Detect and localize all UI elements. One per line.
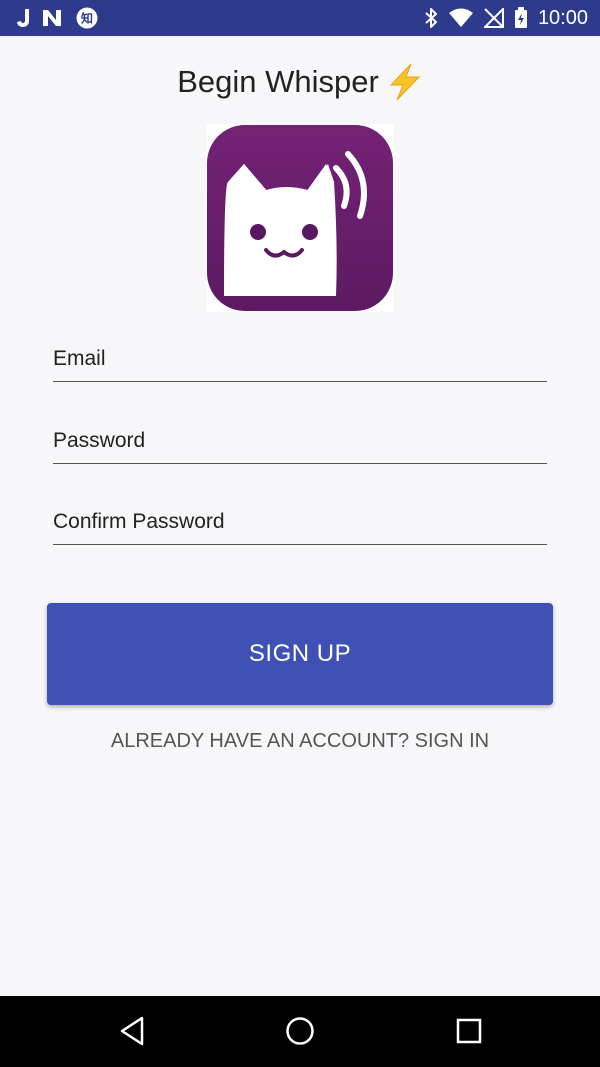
- wifi-icon: [448, 8, 474, 28]
- back-icon[interactable]: [114, 1013, 150, 1049]
- lightning-bolt-icon: [387, 63, 423, 101]
- confirm-password-field[interactable]: [53, 505, 547, 545]
- status-time: 10:00: [537, 6, 588, 29]
- zhi-glyph: 知: [80, 11, 93, 26]
- status-left-icons: 知: [16, 6, 98, 30]
- recents-icon[interactable]: [451, 1013, 487, 1049]
- j-app-icon: [16, 8, 30, 28]
- status-right-icons: 10:00: [424, 6, 588, 30]
- n-app-icon: [42, 8, 64, 28]
- header: Begin Whisper: [0, 58, 600, 106]
- whisper-cat-logo: [206, 124, 394, 312]
- battery-icon: [514, 7, 528, 29]
- no-signal-icon: [483, 8, 504, 28]
- status-bar: 知 10:00: [0, 0, 600, 36]
- password-field-wrapper: [53, 424, 547, 464]
- navigation-bar: [0, 996, 600, 1067]
- bluetooth-icon: [424, 7, 438, 29]
- sign-in-link[interactable]: ALREADY HAVE AN ACCOUNT? SIGN IN: [0, 730, 600, 760]
- password-field[interactable]: [53, 424, 547, 464]
- confirm-password-field-wrapper: [53, 505, 547, 545]
- zhi-app-icon: 知: [76, 7, 98, 29]
- sign-up-button[interactable]: SIGN UP: [47, 603, 553, 705]
- email-field[interactable]: [53, 342, 547, 382]
- page-title: Begin Whisper: [177, 64, 379, 99]
- home-icon[interactable]: [282, 1013, 318, 1049]
- email-field-wrapper: [53, 342, 547, 382]
